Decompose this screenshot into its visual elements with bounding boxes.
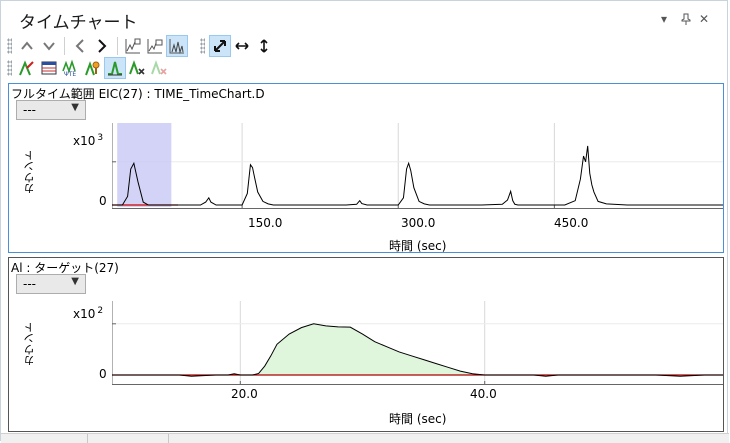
scroll-up-icon[interactable] [16, 35, 38, 57]
x-tick-label: 20.0 [231, 387, 258, 401]
toolbar-navigation [7, 35, 275, 57]
toolbar-grip[interactable] [200, 38, 205, 54]
x-tick-label: 150.0 [248, 216, 283, 230]
y-multiplier: x10 2 [73, 306, 103, 321]
dropdown-value: --- [23, 277, 36, 291]
chart-panel-full-time[interactable]: フルタイム範囲 EIC(27) : TIME_TimeChart.D --- ▼… [8, 83, 724, 253]
y-tick-label: 0 [99, 194, 107, 208]
toolbar-separator [64, 37, 65, 55]
table-icon[interactable] [38, 57, 60, 79]
y-multiplier: x10 3 [73, 133, 103, 148]
toolbar-grip[interactable] [7, 38, 12, 54]
toolbar-gap [192, 37, 196, 55]
timechart-window: タイムチャート ▾ ✕ ΨTE フルタイム範囲 EIC(27): TIME_T… [0, 0, 729, 443]
autoscale-both-icon[interactable] [209, 35, 231, 57]
selection-highlight [117, 123, 172, 207]
x-tick-label: 40.0 [470, 387, 497, 401]
scroll-down-icon[interactable] [38, 35, 60, 57]
svg-text:ΨTE: ΨTE [64, 71, 76, 77]
document-tab[interactable] [87, 434, 169, 443]
panel-dropdown[interactable]: --- ▼ [16, 100, 86, 120]
peak-detail-plot[interactable] [112, 301, 723, 385]
autoscale-y-icon[interactable] [253, 35, 275, 57]
chart-overlay-icon[interactable] [122, 35, 144, 57]
peak-mark-icon[interactable] [82, 57, 104, 79]
bottom-tab-strip [1, 433, 729, 443]
toolbar-grip[interactable] [7, 60, 12, 76]
previous-icon[interactable] [69, 35, 91, 57]
y-axis-label: カウント [23, 322, 36, 366]
toolbar-separator [117, 37, 118, 55]
peak-disabled-icon[interactable] [148, 57, 170, 79]
chevron-down-icon: ▼ [71, 102, 79, 113]
chromatogram-plot[interactable] [112, 123, 723, 209]
peak-integrate-icon[interactable] [104, 57, 126, 79]
panel-dropdown[interactable]: --- ▼ [16, 274, 86, 294]
peak-label-icon[interactable] [16, 57, 38, 79]
peak-find-icon[interactable]: ΨTE [60, 57, 82, 79]
y-multiplier-exponent: 3 [97, 133, 104, 143]
y-axis-label: カウント [23, 150, 36, 194]
peak-delete-icon[interactable] [126, 57, 148, 79]
next-icon[interactable] [91, 35, 113, 57]
close-icon[interactable]: ✕ [699, 13, 709, 25]
window-title: タイムチャート [19, 13, 138, 33]
y-multiplier-base: x10 [73, 307, 96, 321]
chevron-down-icon: ▼ [71, 276, 79, 287]
y-multiplier-exponent: 2 [97, 306, 104, 316]
x-tick-label: 450.0 [554, 216, 589, 230]
autoscale-x-icon[interactable] [231, 35, 253, 57]
dropdown-value: --- [23, 103, 36, 117]
x-tick-label: 300.0 [401, 216, 436, 230]
y-tick-label: 0 [99, 367, 107, 381]
chart-bars-icon[interactable] [166, 35, 188, 57]
chart-stack-icon[interactable] [144, 35, 166, 57]
chart-panel-target[interactable]: Al : ターゲット(27) --- ▼ カウント x10 2 0 20.0 40… [8, 257, 724, 432]
dropdown-menu-icon[interactable]: ▾ [661, 13, 667, 25]
title-bar: タイムチャート ▾ ✕ [1, 1, 729, 35]
pin-icon[interactable] [681, 13, 691, 27]
x-axis-label: 時間 (sec) [389, 239, 447, 253]
toolbar-peaks: ΨTE [7, 57, 170, 79]
x-axis-label: 時間 (sec) [389, 412, 447, 426]
y-multiplier-base: x10 [73, 134, 96, 148]
signal-trace [112, 145, 723, 206]
